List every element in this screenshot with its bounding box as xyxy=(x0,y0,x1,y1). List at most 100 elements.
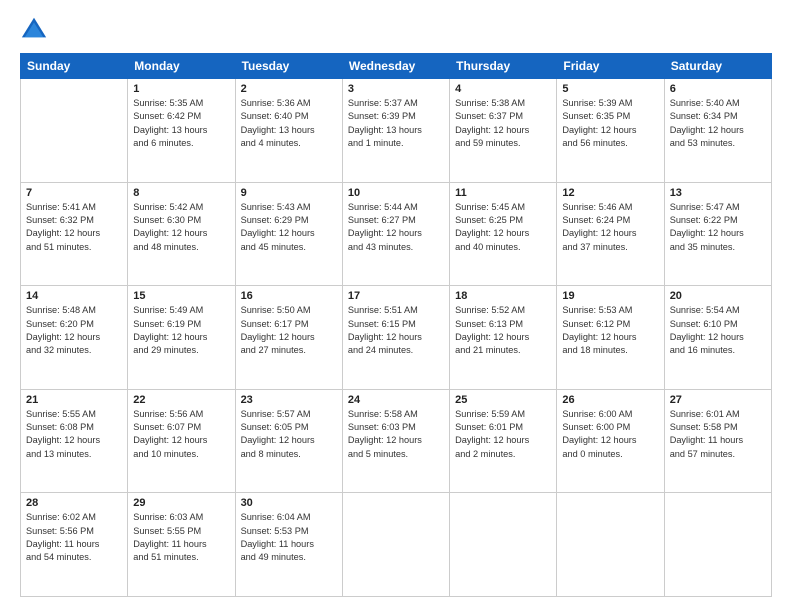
calendar-cell: 19 Sunrise: 5:53 AM Sunset: 6:12 PM Dayli… xyxy=(557,286,664,390)
calendar-cell: 3 Sunrise: 5:37 AM Sunset: 6:39 PM Daylig… xyxy=(342,79,449,183)
day-info: Sunrise: 5:47 AM Sunset: 6:22 PM Dayligh… xyxy=(670,201,766,254)
calendar-cell xyxy=(21,79,128,183)
day-info: Sunrise: 5:53 AM Sunset: 6:12 PM Dayligh… xyxy=(562,304,658,357)
day-number: 3 xyxy=(348,83,444,95)
day-info: Sunrise: 5:48 AM Sunset: 6:20 PM Dayligh… xyxy=(26,304,122,357)
day-info: Sunrise: 5:40 AM Sunset: 6:34 PM Dayligh… xyxy=(670,97,766,150)
weekday-monday: Monday xyxy=(128,54,235,79)
calendar-cell: 7Sunrise: 5:41 AM Sunset: 6:32 PM Daylig… xyxy=(21,182,128,286)
calendar-cell: 20 Sunrise: 5:54 AM Sunset: 6:10 PM Dayli… xyxy=(664,286,771,390)
week-row-4: 21 Sunrise: 5:55 AM Sunset: 6:08 PM Dayli… xyxy=(21,389,772,493)
day-info: Sunrise: 5:44 AM Sunset: 6:27 PM Dayligh… xyxy=(348,201,444,254)
day-info: Sunrise: 5:35 AM Sunset: 6:42 PM Dayligh… xyxy=(133,97,229,150)
day-number: 2 xyxy=(241,83,337,95)
calendar-cell: 15 Sunrise: 5:49 AM Sunset: 6:19 PM Dayli… xyxy=(128,286,235,390)
day-number: 26 xyxy=(562,394,658,406)
day-info: Sunrise: 6:02 AM Sunset: 5:56 PM Dayligh… xyxy=(26,511,122,564)
day-number: 20 xyxy=(670,290,766,302)
page: SundayMondayTuesdayWednesdayThursdayFrid… xyxy=(0,0,792,612)
weekday-sunday: Sunday xyxy=(21,54,128,79)
day-number: 25 xyxy=(455,394,551,406)
day-info: Sunrise: 5:39 AM Sunset: 6:35 PM Dayligh… xyxy=(562,97,658,150)
day-number: 14 xyxy=(26,290,122,302)
day-number: 12 xyxy=(562,187,658,199)
week-row-1: 1 Sunrise: 5:35 AM Sunset: 6:42 PM Daylig… xyxy=(21,79,772,183)
day-number: 10 xyxy=(348,187,444,199)
calendar-cell: 11 Sunrise: 5:45 AM Sunset: 6:25 PM Dayli… xyxy=(450,182,557,286)
week-row-2: 7Sunrise: 5:41 AM Sunset: 6:32 PM Daylig… xyxy=(21,182,772,286)
header xyxy=(20,15,772,43)
calendar-cell: 12Sunrise: 5:46 AM Sunset: 6:24 PM Dayli… xyxy=(557,182,664,286)
calendar-cell: 9 Sunrise: 5:43 AM Sunset: 6:29 PM Daylig… xyxy=(235,182,342,286)
day-number: 17 xyxy=(348,290,444,302)
day-number: 24 xyxy=(348,394,444,406)
calendar-cell: 16 Sunrise: 5:50 AM Sunset: 6:17 PM Dayli… xyxy=(235,286,342,390)
week-row-5: 28Sunrise: 6:02 AM Sunset: 5:56 PM Dayli… xyxy=(21,493,772,597)
calendar-cell: 4 Sunrise: 5:38 AM Sunset: 6:37 PM Daylig… xyxy=(450,79,557,183)
day-number: 11 xyxy=(455,187,551,199)
day-number: 5 xyxy=(562,83,658,95)
day-number: 27 xyxy=(670,394,766,406)
weekday-tuesday: Tuesday xyxy=(235,54,342,79)
calendar-cell: 22 Sunrise: 5:56 AM Sunset: 6:07 PM Dayli… xyxy=(128,389,235,493)
calendar-cell: 29 Sunrise: 6:03 AM Sunset: 5:55 PM Dayli… xyxy=(128,493,235,597)
day-info: Sunrise: 5:38 AM Sunset: 6:37 PM Dayligh… xyxy=(455,97,551,150)
calendar-cell: 17 Sunrise: 5:51 AM Sunset: 6:15 PM Dayli… xyxy=(342,286,449,390)
calendar-cell: 23Sunrise: 5:57 AM Sunset: 6:05 PM Dayli… xyxy=(235,389,342,493)
day-number: 30 xyxy=(241,497,337,509)
day-number: 21 xyxy=(26,394,122,406)
calendar-cell xyxy=(664,493,771,597)
day-info: Sunrise: 6:04 AM Sunset: 5:53 PM Dayligh… xyxy=(241,511,337,564)
day-info: Sunrise: 5:50 AM Sunset: 6:17 PM Dayligh… xyxy=(241,304,337,357)
day-info: Sunrise: 5:56 AM Sunset: 6:07 PM Dayligh… xyxy=(133,408,229,461)
day-info: Sunrise: 5:55 AM Sunset: 6:08 PM Dayligh… xyxy=(26,408,122,461)
calendar-cell: 30 Sunrise: 6:04 AM Sunset: 5:53 PM Dayli… xyxy=(235,493,342,597)
calendar-cell: 28Sunrise: 6:02 AM Sunset: 5:56 PM Dayli… xyxy=(21,493,128,597)
day-number: 15 xyxy=(133,290,229,302)
day-info: Sunrise: 6:00 AM Sunset: 6:00 PM Dayligh… xyxy=(562,408,658,461)
day-number: 16 xyxy=(241,290,337,302)
weekday-wednesday: Wednesday xyxy=(342,54,449,79)
weekday-header-row: SundayMondayTuesdayWednesdayThursdayFrid… xyxy=(21,54,772,79)
day-number: 29 xyxy=(133,497,229,509)
calendar-cell: 6 Sunrise: 5:40 AM Sunset: 6:34 PM Daylig… xyxy=(664,79,771,183)
day-number: 8 xyxy=(133,187,229,199)
day-info: Sunrise: 5:37 AM Sunset: 6:39 PM Dayligh… xyxy=(348,97,444,150)
calendar-cell: 1 Sunrise: 5:35 AM Sunset: 6:42 PM Daylig… xyxy=(128,79,235,183)
day-number: 18 xyxy=(455,290,551,302)
week-row-3: 14 Sunrise: 5:48 AM Sunset: 6:20 PM Dayli… xyxy=(21,286,772,390)
weekday-friday: Friday xyxy=(557,54,664,79)
day-info: Sunrise: 5:43 AM Sunset: 6:29 PM Dayligh… xyxy=(241,201,337,254)
calendar-cell xyxy=(342,493,449,597)
calendar-cell xyxy=(557,493,664,597)
day-info: Sunrise: 5:45 AM Sunset: 6:25 PM Dayligh… xyxy=(455,201,551,254)
day-info: Sunrise: 6:01 AM Sunset: 5:58 PM Dayligh… xyxy=(670,408,766,461)
day-info: Sunrise: 5:58 AM Sunset: 6:03 PM Dayligh… xyxy=(348,408,444,461)
day-info: Sunrise: 5:51 AM Sunset: 6:15 PM Dayligh… xyxy=(348,304,444,357)
day-number: 19 xyxy=(562,290,658,302)
logo-icon xyxy=(20,15,48,43)
calendar-cell: 10 Sunrise: 5:44 AM Sunset: 6:27 PM Dayli… xyxy=(342,182,449,286)
calendar-cell: 14 Sunrise: 5:48 AM Sunset: 6:20 PM Dayli… xyxy=(21,286,128,390)
day-number: 6 xyxy=(670,83,766,95)
day-info: Sunrise: 5:49 AM Sunset: 6:19 PM Dayligh… xyxy=(133,304,229,357)
day-info: Sunrise: 5:54 AM Sunset: 6:10 PM Dayligh… xyxy=(670,304,766,357)
weekday-saturday: Saturday xyxy=(664,54,771,79)
weekday-thursday: Thursday xyxy=(450,54,557,79)
day-number: 1 xyxy=(133,83,229,95)
calendar-table: SundayMondayTuesdayWednesdayThursdayFrid… xyxy=(20,53,772,597)
calendar-cell xyxy=(450,493,557,597)
day-number: 9 xyxy=(241,187,337,199)
calendar-cell: 5 Sunrise: 5:39 AM Sunset: 6:35 PM Daylig… xyxy=(557,79,664,183)
calendar-cell: 24 Sunrise: 5:58 AM Sunset: 6:03 PM Dayli… xyxy=(342,389,449,493)
calendar-cell: 13Sunrise: 5:47 AM Sunset: 6:22 PM Dayli… xyxy=(664,182,771,286)
day-info: Sunrise: 5:36 AM Sunset: 6:40 PM Dayligh… xyxy=(241,97,337,150)
day-number: 4 xyxy=(455,83,551,95)
day-info: Sunrise: 6:03 AM Sunset: 5:55 PM Dayligh… xyxy=(133,511,229,564)
day-number: 22 xyxy=(133,394,229,406)
calendar-cell: 21 Sunrise: 5:55 AM Sunset: 6:08 PM Dayli… xyxy=(21,389,128,493)
calendar-cell: 26 Sunrise: 6:00 AM Sunset: 6:00 PM Dayli… xyxy=(557,389,664,493)
calendar-cell: 27 Sunrise: 6:01 AM Sunset: 5:58 PM Dayli… xyxy=(664,389,771,493)
day-number: 7 xyxy=(26,187,122,199)
calendar-cell: 18Sunrise: 5:52 AM Sunset: 6:13 PM Dayli… xyxy=(450,286,557,390)
